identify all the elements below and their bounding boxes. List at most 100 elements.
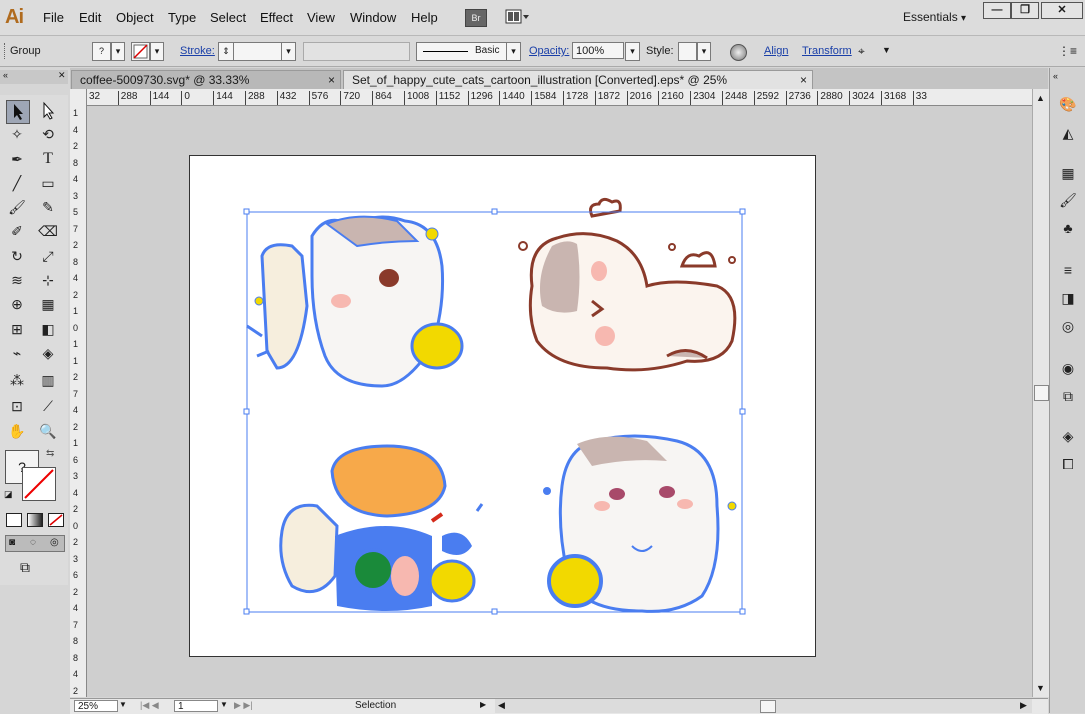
isolate-group-icon[interactable]: ⌖ — [858, 44, 865, 59]
hand-tool[interactable]: ✋ — [6, 420, 28, 442]
color-panel-icon[interactable]: 🎨 — [1058, 94, 1078, 114]
vertical-ruler[interactable]: 1 4 2 8 4 3 5 7 2 8 4 2 1 0 1 1 2 7 4 2 1 6 3 4 2 0 2 3 6 2 4 7 8 8 4 2 — [70, 89, 87, 697]
zoom-dropdown[interactable]: ▼ — [119, 700, 127, 709]
collapse-icon[interactable]: « — [3, 70, 8, 80]
type-tool[interactable]: T — [37, 148, 59, 170]
workspace-switcher[interactable]: Essentials ▾ — [903, 10, 966, 24]
menu-edit[interactable]: Edit — [79, 10, 101, 25]
stroke-swatch[interactable] — [131, 42, 150, 61]
color-guide-icon[interactable]: ◭ — [1058, 123, 1078, 143]
scroll-left-icon[interactable]: ◀ — [498, 700, 505, 711]
blend-tool[interactable]: ◈ — [37, 342, 59, 364]
menu-file[interactable]: File — [43, 10, 64, 25]
cat-illustration-smiling[interactable] — [543, 434, 737, 613]
fill-swatch[interactable]: ? — [92, 42, 111, 61]
grip[interactable] — [4, 43, 7, 59]
horizontal-ruler[interactable]: 32 288 144 0 144 288 432 576 720 864 1008 1152 1296 1… — [86, 89, 1032, 106]
minimize-button[interactable]: — — [983, 2, 1011, 19]
stroke-dropdown[interactable]: ▾ — [150, 42, 164, 61]
stroke-weight-stepper[interactable]: ⇕ — [218, 42, 234, 61]
chevron-down-icon[interactable]: ▼ — [882, 45, 891, 55]
panel-menu-icon[interactable]: ⋮≡ — [1058, 44, 1077, 58]
first-artboard-button[interactable]: |◀ ◀ — [140, 700, 159, 711]
pencil-tool[interactable]: ✎ — [37, 196, 59, 218]
stroke-panel-icon[interactable]: ≡ — [1058, 260, 1078, 280]
scale-tool[interactable]: ⤢ — [37, 245, 59, 267]
stroke-panel-link[interactable]: Stroke: — [180, 45, 215, 57]
draw-normal-icon[interactable]: ◙ — [9, 537, 15, 548]
pen-tool[interactable]: ✒ — [6, 148, 28, 170]
menu-view[interactable]: View — [307, 10, 335, 25]
gradient-mode-button[interactable] — [27, 513, 43, 527]
eraser-tool[interactable]: ⌫ — [37, 220, 59, 242]
gradient-panel-icon[interactable]: ◨ — [1058, 288, 1078, 308]
graphic-style-dropdown[interactable]: ▾ — [697, 42, 711, 61]
direct-selection-tool[interactable] — [37, 100, 59, 122]
swap-fill-stroke-icon[interactable]: ⇆ — [46, 448, 54, 459]
scroll-up-icon[interactable]: ▲ — [1036, 93, 1045, 103]
perspective-grid-tool[interactable]: ▦ — [37, 293, 59, 315]
transparency-panel-icon[interactable]: ◎ — [1058, 316, 1078, 336]
scroll-thumb[interactable] — [1034, 385, 1049, 401]
stroke-weight-input[interactable] — [233, 42, 283, 61]
mesh-tool[interactable]: ⊞ — [6, 318, 28, 340]
menu-select[interactable]: Select — [210, 10, 246, 25]
graphic-styles-panel-icon[interactable]: ⧉ — [1058, 386, 1078, 406]
transform-panel-link[interactable]: Transform — [802, 45, 852, 57]
status-menu-icon[interactable]: ▶ — [480, 700, 486, 709]
swatches-panel-icon[interactable]: ▦ — [1058, 163, 1078, 183]
bridge-button[interactable]: Br — [465, 9, 487, 27]
opacity-panel-link[interactable]: Opacity: — [529, 45, 569, 57]
eyedropper-tool[interactable]: ⌁ — [6, 342, 28, 364]
draw-behind-icon[interactable]: ◌ — [30, 537, 36, 548]
cat-illustration-sleepy-moon[interactable] — [246, 215, 464, 388]
last-artboard-button[interactable]: ▶ ▶| — [234, 700, 253, 711]
close-button[interactable]: ✕ — [1041, 2, 1083, 19]
menu-type[interactable]: Type — [168, 10, 196, 25]
variable-width-profile[interactable] — [303, 42, 410, 61]
cat-illustration-pumpkin-coffee[interactable] — [279, 444, 484, 611]
symbols-panel-icon[interactable]: ♣ — [1058, 218, 1078, 238]
lasso-tool[interactable]: ⟲ — [37, 123, 59, 145]
close-icon[interactable]: × — [328, 71, 335, 90]
fill-dropdown[interactable]: ▾ — [111, 42, 125, 61]
arrange-documents-button[interactable] — [505, 9, 529, 25]
menu-effect[interactable]: Effect — [260, 10, 293, 25]
artboard-dropdown[interactable]: ▼ — [220, 700, 228, 709]
brush-dropdown[interactable]: ▾ — [506, 42, 521, 61]
scroll-thumb[interactable] — [760, 700, 776, 713]
zoom-tool[interactable]: 🔍 — [37, 420, 59, 442]
brushes-panel-icon[interactable]: 🖌 — [1058, 190, 1078, 210]
line-segment-tool[interactable]: ╱ — [6, 172, 28, 194]
expand-panels-icon[interactable]: « — [1053, 71, 1058, 81]
artboard-tool[interactable]: ⊡ — [6, 395, 28, 417]
default-fill-stroke-icon[interactable]: ◪ — [4, 489, 13, 500]
selection-tool[interactable] — [6, 100, 30, 124]
restore-button[interactable]: ❐ — [1011, 2, 1039, 19]
menu-window[interactable]: Window — [350, 10, 396, 25]
vertical-scrollbar[interactable]: ▲ ▼ — [1032, 89, 1049, 697]
warp-tool[interactable]: ≋ — [6, 269, 28, 291]
menu-object[interactable]: Object — [116, 10, 154, 25]
slice-tool[interactable]: ⟋ — [37, 395, 59, 417]
gradient-tool[interactable]: ◧ — [37, 318, 59, 340]
symbol-sprayer-tool[interactable]: ⁂ — [6, 369, 28, 391]
horizontal-scrollbar[interactable]: ◀ ▶ — [495, 699, 1032, 713]
scroll-down-icon[interactable]: ▼ — [1036, 683, 1045, 693]
scroll-right-icon[interactable]: ▶ — [1020, 700, 1027, 711]
screen-mode-icon[interactable]: ⧉ — [20, 559, 30, 576]
close-icon[interactable]: × — [800, 71, 807, 90]
artboards-panel-icon[interactable]: ⧠ — [1058, 454, 1078, 474]
align-panel-link[interactable]: Align — [764, 45, 788, 57]
blob-brush-tool[interactable]: ✐ — [6, 220, 28, 242]
menu-help[interactable]: Help — [411, 10, 438, 25]
magic-wand-tool[interactable]: ✧ — [6, 123, 28, 145]
free-transform-tool[interactable]: ⊹ — [37, 269, 59, 291]
brush-definition[interactable]: Basic — [416, 42, 508, 61]
graphic-style-swatch[interactable] — [678, 42, 697, 61]
stroke-swatch-large[interactable] — [22, 467, 56, 501]
artwork-layer[interactable] — [87, 106, 1032, 697]
recolor-artwork-icon[interactable] — [730, 44, 747, 61]
cat-illustration-sleeping[interactable] — [518, 197, 737, 372]
none-mode-button[interactable] — [48, 513, 64, 527]
